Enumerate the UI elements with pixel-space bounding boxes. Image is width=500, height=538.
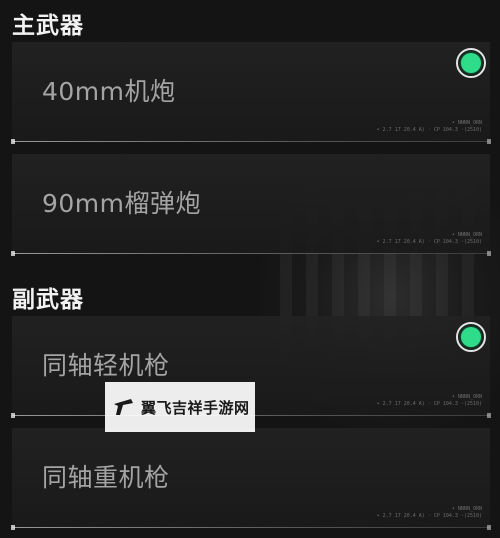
- selected-indicator-icon: [456, 322, 486, 352]
- weapon-code-text: • NNNN_ORN • 2.7 17 20.4 A) · CP 104.3 ·…: [376, 120, 482, 133]
- weapon-label: 同轴重机枪: [42, 463, 170, 492]
- weapon-label: 40mm机炮: [42, 77, 176, 106]
- weapon-option-40mm-cannon[interactable]: 40mm机炮 • NNNN_ORN • 2.7 17 20.4 A) · CP …: [11, 42, 491, 144]
- selected-indicator-icon: [456, 48, 486, 78]
- section-title-primary: 主武器: [12, 13, 84, 39]
- card-divider: [11, 525, 491, 530]
- card-divider: [11, 251, 491, 256]
- weapon-label: 90mm榴弹炮: [42, 189, 202, 218]
- watermark-logo-icon: [114, 399, 133, 415]
- weapon-code-text: • NNNN_ORN • 2.7 17 20.4 A) · CP 104.3 ·…: [376, 232, 482, 245]
- section-title-secondary: 副武器: [12, 287, 84, 313]
- card-divider: [11, 139, 491, 144]
- watermark-badge: 翼飞吉祥手游网: [105, 382, 255, 432]
- weapon-label: 同轴轻机枪: [42, 351, 170, 380]
- weapon-option-90mm-howitzer[interactable]: 90mm榴弹炮 • NNNN_ORN • 2.7 17 20.4 A) · CP…: [11, 154, 491, 256]
- weapon-code-text: • NNNN_ORN • 2.7 17 20.4 A) · CP 104.3 ·…: [376, 394, 482, 407]
- weapon-code-text: • NNNN_ORN • 2.7 17 20.4 A) · CP 104.3 ·…: [376, 506, 482, 519]
- weapon-option-coaxial-hmg[interactable]: 同轴重机枪 • NNNN_ORN • 2.7 17 20.4 A) · CP 1…: [11, 428, 491, 530]
- watermark-text: 翼飞吉祥手游网: [141, 398, 250, 417]
